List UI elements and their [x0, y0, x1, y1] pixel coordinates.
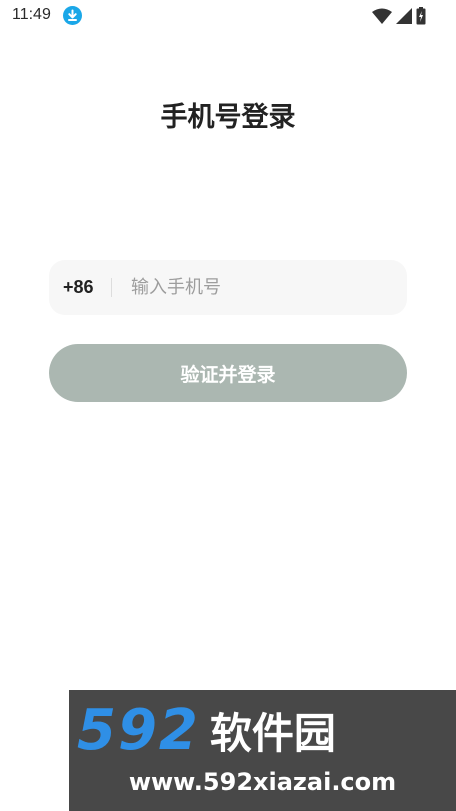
verify-login-button[interactable]: 验证并登录 [49, 344, 407, 402]
page-title: 手机号登录 [160, 102, 296, 133]
phone-field: +86 [49, 260, 407, 315]
watermark: 592 软件园 www.592xiazai.com [69, 690, 456, 811]
battery-charging-icon [416, 7, 426, 25]
status-time: 11:49 [12, 6, 51, 23]
country-code-selector[interactable]: +86 [63, 260, 94, 315]
field-divider [111, 278, 112, 297]
signal-icon [396, 8, 412, 24]
watermark-brand: 软件园 [209, 709, 336, 758]
status-bar: 11:49 [0, 0, 456, 32]
watermark-number: 592 [77, 698, 200, 763]
phone-number-input[interactable] [131, 260, 393, 315]
status-icons [372, 6, 426, 26]
download-icon [63, 6, 82, 25]
watermark-logo: 592 软件园 [77, 698, 336, 763]
wifi-icon [372, 8, 392, 24]
watermark-url: www.592xiazai.com [128, 768, 397, 796]
